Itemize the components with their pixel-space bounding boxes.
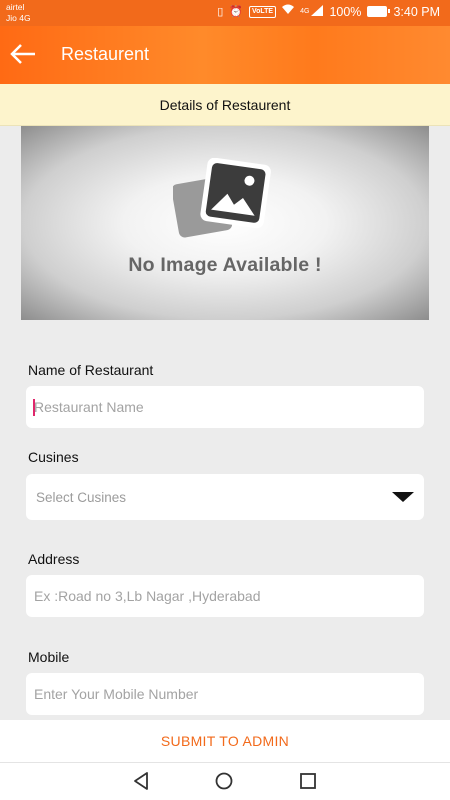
restaurant-name-input[interactable] bbox=[26, 386, 424, 428]
nav-back-button[interactable] bbox=[132, 771, 156, 793]
battery-icon bbox=[367, 6, 391, 17]
back-button[interactable] bbox=[8, 39, 42, 71]
section-title: Details of Restaurent bbox=[159, 96, 291, 113]
signal-icon bbox=[311, 4, 324, 19]
mobile-label: Mobile bbox=[28, 649, 70, 665]
dropdown-arrow-icon bbox=[392, 492, 414, 502]
cuisines-select[interactable]: Select Cusines bbox=[26, 474, 424, 520]
carrier-name: airtel bbox=[6, 2, 25, 12]
submit-label: SUBMIT TO ADMIN bbox=[160, 733, 290, 749]
network-type: 4G bbox=[300, 8, 310, 15]
mobile-input[interactable] bbox=[26, 673, 424, 715]
wifi-icon bbox=[282, 4, 295, 19]
restaurant-name-field[interactable] bbox=[26, 386, 424, 428]
section-header: Details of Restaurent bbox=[0, 84, 450, 126]
submit-to-admin-button[interactable]: SUBMIT TO ADMIN bbox=[0, 720, 450, 762]
nav-back-icon bbox=[134, 772, 148, 790]
alarm-icon: ⏰ bbox=[229, 5, 243, 18]
nav-home-icon bbox=[215, 772, 233, 790]
image-placeholder-icon bbox=[173, 158, 271, 238]
system-nav-bar bbox=[0, 762, 450, 800]
page-title: Restaurent bbox=[61, 44, 150, 64]
text-cursor bbox=[33, 399, 35, 416]
status-bar: airtel Jio 4G ▯ ⏰ VoLTE 4G 100% 3:40 PM bbox=[0, 0, 450, 26]
app-bar: Restaurent bbox=[0, 26, 450, 84]
nav-home-button[interactable] bbox=[214, 771, 238, 793]
restaurant-name-label: Name of Restaurant bbox=[28, 362, 154, 378]
cuisines-selected-value: Select Cusines bbox=[36, 490, 127, 505]
back-arrow-icon bbox=[10, 44, 35, 64]
address-input[interactable] bbox=[26, 575, 424, 617]
vibrate-icon: ▯ bbox=[217, 5, 224, 18]
carrier-secondary: Jio 4G bbox=[6, 13, 31, 23]
carrier-info: airtel Jio 4G bbox=[6, 2, 31, 24]
mobile-field[interactable] bbox=[26, 673, 424, 715]
volte-badge: VoLTE bbox=[248, 5, 277, 18]
cuisines-label: Cusines bbox=[28, 449, 79, 465]
restaurant-image-placeholder[interactable]: No Image Available ! bbox=[21, 126, 429, 320]
address-label: Address bbox=[28, 551, 80, 567]
nav-recents-button[interactable] bbox=[298, 771, 322, 793]
battery-percent: 100% bbox=[329, 4, 362, 19]
no-image-text: No Image Available ! bbox=[128, 254, 322, 276]
status-icons: ▯ ⏰ VoLTE 4G 100% 3:40 PM bbox=[217, 4, 440, 19]
address-field[interactable] bbox=[26, 575, 424, 617]
nav-recents-icon bbox=[300, 773, 316, 789]
clock: 3:40 PM bbox=[393, 4, 440, 19]
